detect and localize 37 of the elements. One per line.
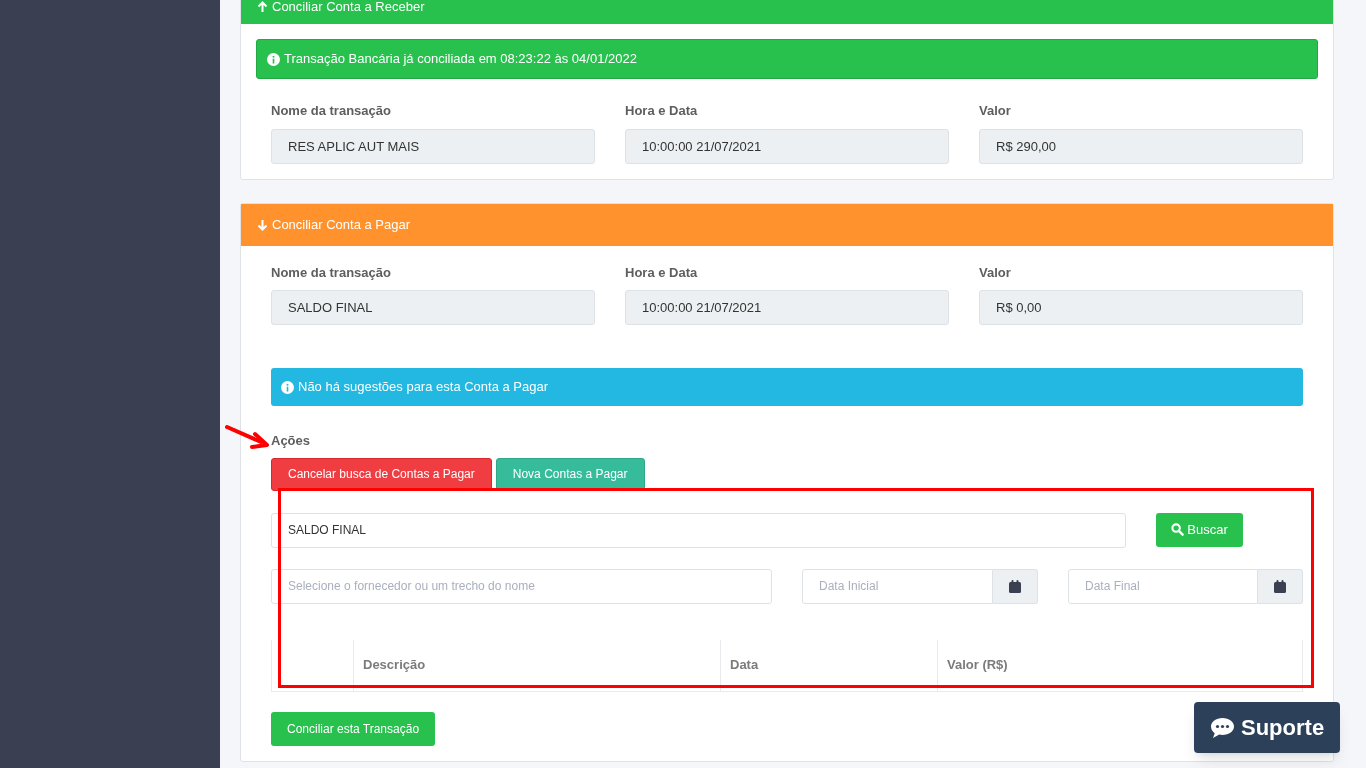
field-label: Nome da transação	[271, 263, 392, 282]
support-button[interactable]: Suporte	[1194, 702, 1341, 753]
calendar-icon	[1274, 579, 1286, 593]
card-title: Conciliar Conta a Receber	[272, 0, 425, 16]
table-header-cell: Descrição	[354, 639, 721, 691]
readonly-field[interactable]: SALDO FINAL	[271, 290, 595, 325]
calendar-addon[interactable]	[1258, 568, 1303, 604]
readonly-field[interactable]: 10:00:00 21/07/2021	[625, 128, 949, 164]
field-label: Hora e Data	[625, 102, 699, 120]
calendar-addon[interactable]	[993, 568, 1038, 604]
table-header-cell-text: Valor (R$)	[946, 656, 1009, 675]
date-field[interactable]: Data Inicial	[802, 568, 993, 604]
readonly-field[interactable]: R$ 0,00	[979, 290, 1303, 325]
alert-text: Transação Bancária já conciliada em 08:23:22 às 04/01/2022	[284, 50, 637, 69]
readonly-field[interactable]: R$ 290,00	[979, 128, 1303, 164]
arrow-down-icon	[257, 218, 268, 231]
card-title: Conciliar Conta a Pagar	[272, 215, 411, 234]
readonly-field[interactable]: RES APLIC AUT MAIS	[271, 128, 595, 164]
date-field[interactable]: Data Final	[1068, 568, 1258, 604]
search-field[interactable]: SALDO FINAL	[271, 512, 1126, 548]
annotation-arrow	[225, 424, 269, 450]
field-label: Valor	[979, 102, 1012, 120]
section-label: Ações	[271, 432, 312, 450]
chat-icon	[1210, 716, 1235, 739]
calendar-icon	[1009, 579, 1021, 593]
readonly-field[interactable]: 10:00:00 21/07/2021	[625, 290, 949, 325]
field-label: Valor	[979, 263, 1012, 282]
alert-text: Não há sugestões para esta Conta a Pagar	[298, 378, 549, 397]
info-icon	[267, 52, 280, 66]
action-button[interactable]: Cancelar busca de Contas a Pagar	[271, 457, 492, 491]
field-label: Nome da transação	[271, 102, 392, 120]
table-header-cell: Data	[721, 639, 938, 691]
field-label: Hora e Data	[625, 263, 699, 282]
search-icon	[1171, 523, 1185, 536]
info-icon	[281, 380, 294, 394]
arrow-up-icon	[257, 0, 268, 13]
supplier-field[interactable]: Selecione o fornecedor ou um trecho do nome	[271, 568, 772, 604]
